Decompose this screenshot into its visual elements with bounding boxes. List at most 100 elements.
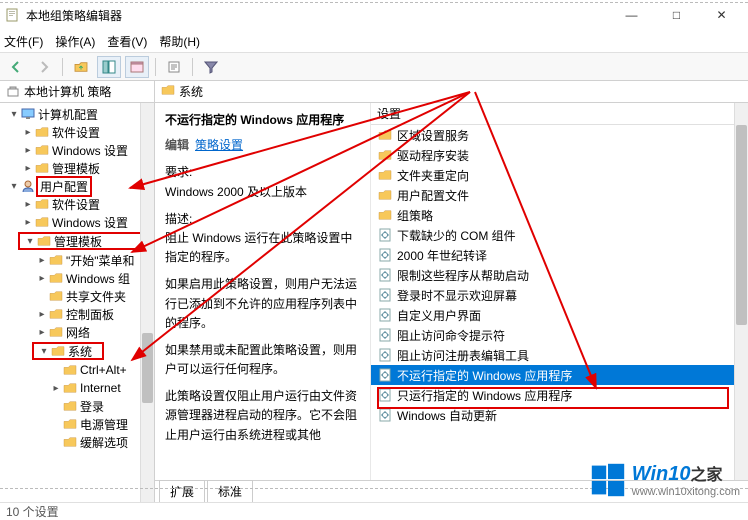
list-item[interactable]: 用户配置文件 — [371, 185, 748, 205]
list-item-label: 限制这些程序从帮助启动 — [393, 267, 529, 284]
tree-windows-settings-1[interactable]: ▸Windows 设置 — [0, 141, 154, 159]
tree-system[interactable]: ▾系统 — [32, 342, 104, 360]
list-scrollbar[interactable] — [734, 103, 748, 480]
menu-view[interactable]: 查看(V) — [107, 33, 147, 50]
list-item-label: 驱动程序安装 — [393, 147, 469, 164]
tree-internet[interactable]: ▸Internet — [0, 379, 154, 397]
list-body[interactable]: 区域设置服务驱动程序安装文件夹重定向用户配置文件组策略下载缺少的 COM 组件 2… — [371, 125, 748, 425]
tree-shared-folders[interactable]: 共享文件夹 — [0, 287, 154, 305]
folder-icon — [62, 400, 78, 412]
list-item[interactable]: 自定义用户界面 — [371, 305, 748, 325]
list-item-label: 登录时不显示欢迎屏幕 — [393, 287, 517, 304]
tree-start-menu[interactable]: ▸"开始"菜单和 — [0, 251, 154, 269]
list-item[interactable]: 只运行指定的 Windows 应用程序 — [371, 385, 748, 405]
list-item-label: 2000 年世纪转译 — [393, 247, 487, 264]
tree-windows-components[interactable]: ▸Windows 组 — [0, 269, 154, 287]
tree-body[interactable]: ▾计算机配置 ▸软件设置 ▸Windows 设置 ▸管理模板 ▾用户配置 ▸软件… — [0, 103, 154, 453]
tree-power-mgmt[interactable]: 电源管理 — [0, 415, 154, 433]
window-title: 本地组策略编辑器 — [26, 7, 609, 24]
tree-admin-templates-1[interactable]: ▸管理模板 — [0, 159, 154, 177]
tree-ctrl-alt[interactable]: Ctrl+Alt+ — [0, 361, 154, 379]
list-item[interactable]: 不运行指定的 Windows 应用程序 — [371, 365, 748, 385]
watermark: Win10之家 www.win10xitong.com — [590, 461, 740, 498]
folder-icon — [377, 149, 393, 161]
folder-icon — [34, 126, 50, 138]
folder-icon — [62, 436, 78, 448]
close-button[interactable]: ✕ — [699, 0, 744, 30]
show-hide-tree-button[interactable] — [97, 56, 121, 78]
watermark-suffix: 之家 — [691, 467, 723, 484]
list-item-label: 文件夹重定向 — [393, 167, 469, 184]
user-icon — [20, 180, 36, 192]
list-item[interactable]: 文件夹重定向 — [371, 165, 748, 185]
list-item[interactable]: 2000 年世纪转译 — [371, 245, 748, 265]
maximize-button[interactable]: □ — [654, 0, 699, 30]
folder-icon — [48, 290, 64, 302]
watermark-url: www.win10xitong.com — [632, 486, 740, 498]
list-header[interactable]: 设置 — [371, 103, 748, 125]
menu-file[interactable]: 文件(F) — [4, 33, 43, 50]
setting-icon — [377, 348, 393, 362]
list-item[interactable]: 驱动程序安装 — [371, 145, 748, 165]
setting-icon — [377, 388, 393, 402]
content-area: 本地计算机 策略 ▾计算机配置 ▸软件设置 ▸Windows 设置 ▸管理模板 … — [0, 80, 748, 502]
list-item-label: 阻止访问命令提示符 — [393, 327, 505, 344]
tree-scrollbar[interactable] — [140, 103, 154, 502]
list-item[interactable]: 阻止访问命令提示符 — [371, 325, 748, 345]
tree-software-settings-1[interactable]: ▸软件设置 — [0, 123, 154, 141]
titlebar: 本地组策略编辑器 ― □ ✕ — [0, 0, 748, 30]
tree-network[interactable]: ▸网络 — [0, 323, 154, 341]
menu-help[interactable]: 帮助(H) — [159, 33, 200, 50]
description-text-1: 阻止 Windows 运行在此策略设置中指定的程序。 — [165, 231, 352, 264]
folder-icon — [377, 209, 393, 221]
toolbar — [0, 52, 748, 80]
list-item[interactable]: 限制这些程序从帮助启动 — [371, 265, 748, 285]
setting-icon — [377, 408, 393, 422]
edit-policy-link[interactable]: 策略设置 — [195, 138, 243, 152]
list-column: 设置 区域设置服务驱动程序安装文件夹重定向用户配置文件组策略下载缺少的 COM … — [370, 103, 748, 480]
setting-icon — [377, 288, 393, 302]
menu-action[interactable]: 操作(A) — [55, 33, 95, 50]
tree-mitigation[interactable]: 缓解选项 — [0, 433, 154, 451]
main-pane: 系统 不运行指定的 Windows 应用程序 编辑策略设置 要求:Windows… — [155, 81, 748, 502]
list-item[interactable]: 登录时不显示欢迎屏幕 — [371, 285, 748, 305]
tab-standard[interactable]: 标准 — [207, 480, 253, 502]
tree-admin-templates-2[interactable]: ▾管理模板 — [18, 232, 150, 250]
tree-header[interactable]: 本地计算机 策略 — [0, 81, 154, 103]
list-item[interactable]: Windows 自动更新 — [371, 405, 748, 425]
folder-icon — [48, 254, 64, 266]
description-text-2: 如果启用此策略设置，则用户无法运行已添加到不允许的应用程序列表中的程序。 — [165, 275, 360, 333]
list-item[interactable]: 下载缺少的 COM 组件 — [371, 225, 748, 245]
folder-icon — [161, 84, 175, 99]
forward-button[interactable] — [32, 56, 56, 78]
list-item-label: 只运行指定的 Windows 应用程序 — [393, 387, 572, 404]
tab-extended[interactable]: 扩展 — [159, 480, 205, 502]
statusbar: 10 个设置 — [0, 502, 748, 520]
tree-control-panel[interactable]: ▸控制面板 — [0, 305, 154, 323]
up-button[interactable] — [69, 56, 93, 78]
list-item[interactable]: 区域设置服务 — [371, 125, 748, 145]
folder-icon — [48, 326, 64, 338]
folder-icon — [48, 272, 64, 284]
edit-label: 编辑 — [165, 138, 189, 152]
requirements-text: Windows 2000 及以上版本 — [165, 185, 307, 199]
folder-icon — [377, 169, 393, 181]
list-item[interactable]: 组策略 — [371, 205, 748, 225]
back-button[interactable] — [4, 56, 28, 78]
tree-windows-settings-2[interactable]: ▸Windows 设置 — [0, 213, 154, 231]
main-header: 系统 — [155, 81, 748, 103]
folder-icon — [50, 345, 66, 357]
tree-user-config[interactable]: ▾用户配置 — [0, 177, 154, 195]
list-item-label: 区域设置服务 — [393, 127, 469, 144]
list-item-label: 阻止访问注册表编辑工具 — [393, 347, 529, 364]
list-item-label: 下载缺少的 COM 组件 — [393, 227, 516, 244]
tree-computer-config[interactable]: ▾计算机配置 — [0, 105, 154, 123]
list-item[interactable]: 阻止访问注册表编辑工具 — [371, 345, 748, 365]
export-button[interactable] — [162, 56, 186, 78]
tree-logon[interactable]: 登录 — [0, 397, 154, 415]
detail-column: 不运行指定的 Windows 应用程序 编辑策略设置 要求:Windows 20… — [155, 103, 370, 480]
properties-button[interactable] — [125, 56, 149, 78]
tree-software-settings-2[interactable]: ▸软件设置 — [0, 195, 154, 213]
minimize-button[interactable]: ― — [609, 0, 654, 30]
filter-button[interactable] — [199, 56, 223, 78]
